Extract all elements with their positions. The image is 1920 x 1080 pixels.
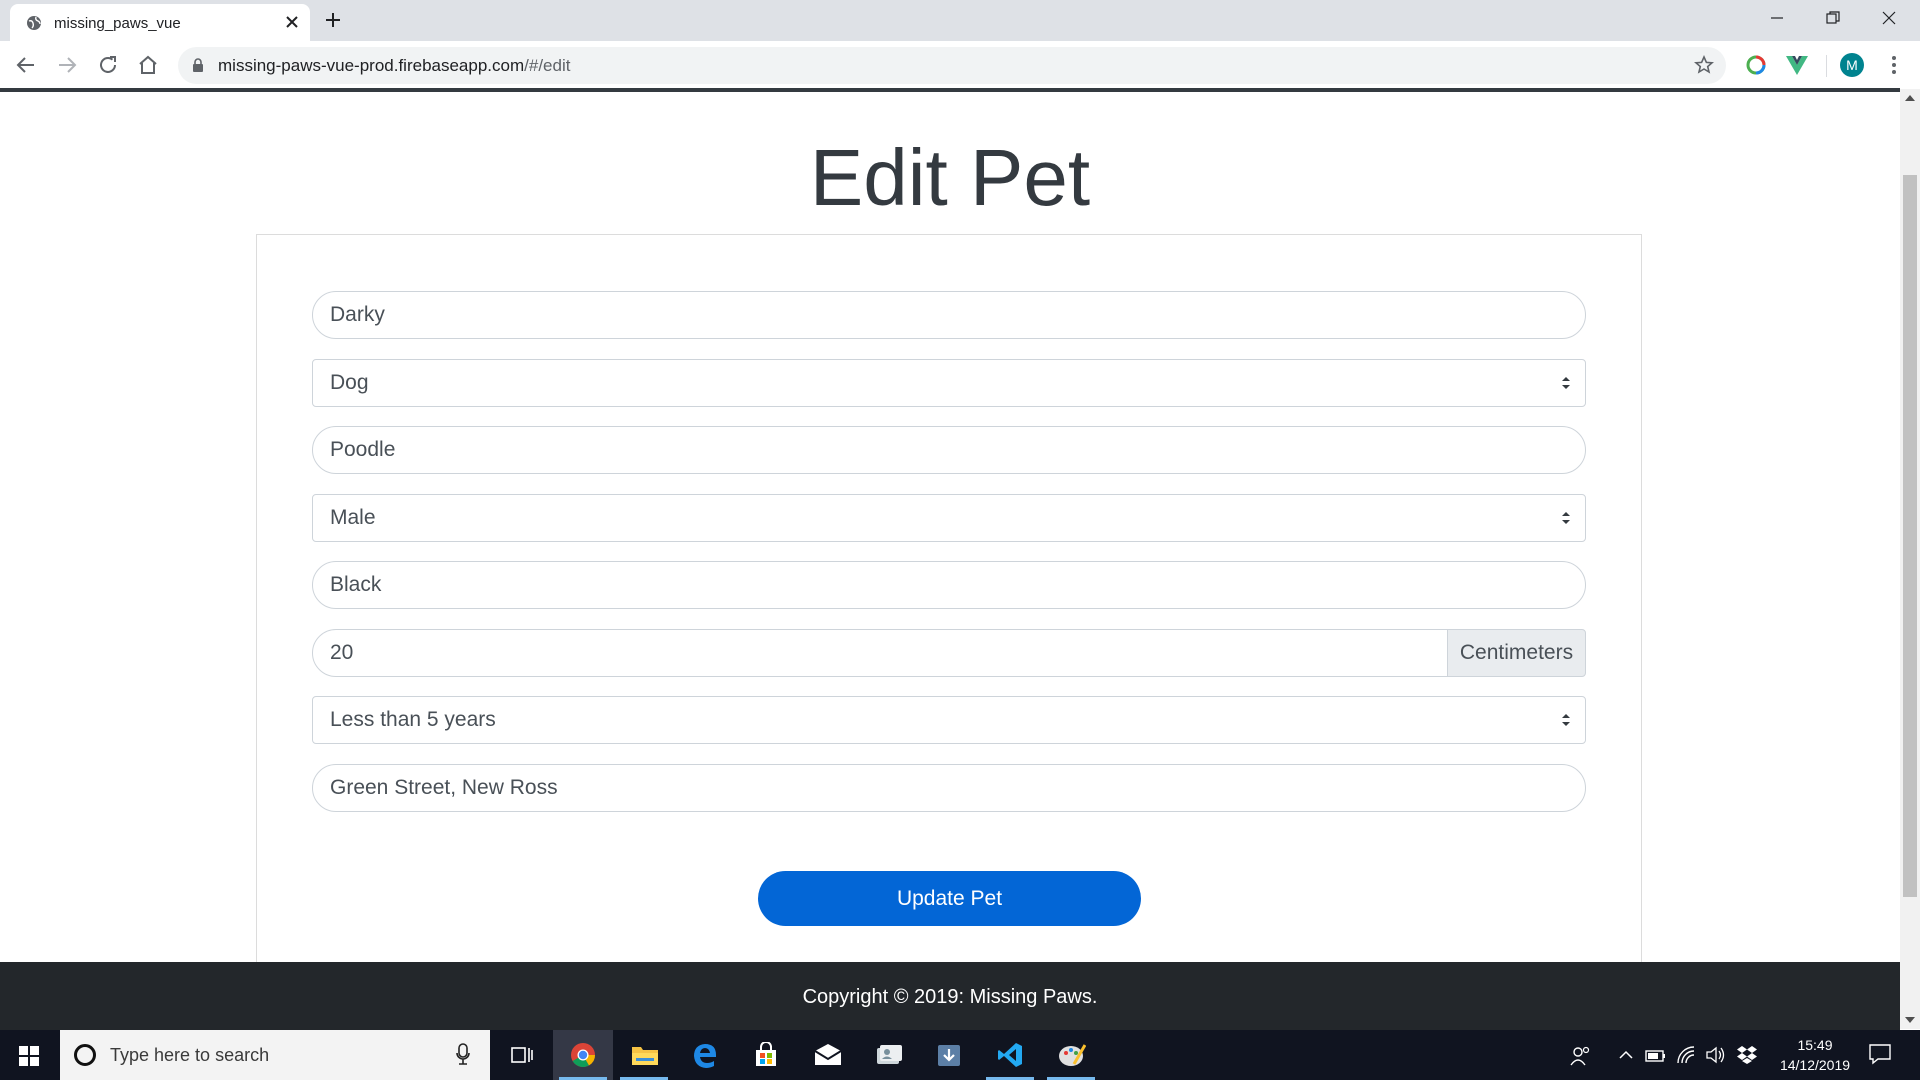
pet-age-select[interactable]: Less than 5 years (312, 696, 1586, 744)
vscode-icon (998, 1043, 1022, 1067)
battery-icon[interactable] (1645, 1045, 1667, 1065)
windows-logo-icon (19, 1046, 39, 1066)
scroll-down-icon[interactable] (1905, 1017, 1915, 1023)
chevron-up-icon[interactable] (1618, 1045, 1634, 1065)
close-window-button[interactable] (1862, 0, 1918, 38)
pet-gender-select[interactable]: Male (312, 494, 1586, 542)
restore-button[interactable] (1806, 0, 1862, 38)
start-button[interactable] (0, 1030, 58, 1080)
contacts-icon (877, 1045, 902, 1064)
new-tab-icon[interactable] (323, 10, 343, 30)
back-arrow-icon[interactable] (14, 53, 38, 77)
download-tray-icon (938, 1045, 960, 1066)
url-path: /#/edit (524, 56, 571, 75)
minimize-button[interactable] (1750, 0, 1806, 38)
browser-tab-strip: missing_paws_vue (0, 0, 1920, 41)
taskbar-vscode[interactable] (980, 1030, 1040, 1080)
browser-toolbar: missing-paws-vue-prod.firebaseapp.com/#/… (0, 41, 1920, 89)
navbar-edge (0, 88, 1900, 92)
task-view-button[interactable] (492, 1030, 552, 1080)
cortana-icon (74, 1044, 96, 1066)
paint-palette-icon (1059, 1044, 1086, 1066)
url-host: missing-paws-vue-prod.firebaseapp.com (218, 56, 525, 75)
clock-time: 15:49 (1797, 1037, 1833, 1053)
browser-tab[interactable]: missing_paws_vue (10, 4, 310, 41)
profile-avatar[interactable]: M (1840, 53, 1864, 77)
select-arrows-icon (1562, 714, 1570, 726)
taskbar-file-explorer[interactable] (614, 1030, 674, 1080)
dropbox-icon[interactable] (1736, 1045, 1758, 1065)
wifi-icon[interactable] (1676, 1045, 1698, 1065)
pet-size-input[interactable]: 20 (312, 629, 1448, 677)
pet-gender-value: Male (330, 506, 376, 529)
scrollbar-thumb[interactable] (1903, 175, 1917, 897)
volume-icon[interactable] (1705, 1045, 1727, 1065)
copyright-text: Copyright © 2019: Missing Paws. (802, 986, 1098, 1008)
url-text: missing-paws-vue-prod.firebaseapp.com/#/… (218, 56, 570, 76)
taskbar-paint[interactable] (1041, 1030, 1101, 1080)
pet-type-select[interactable]: Dog (312, 359, 1586, 407)
taskbar-edge[interactable] (675, 1030, 735, 1080)
pet-color-input[interactable]: Black (312, 561, 1586, 609)
people-tray-icon[interactable] (1570, 1045, 1592, 1067)
lock-icon[interactable] (192, 58, 204, 73)
pet-age-value: Less than 5 years (330, 708, 496, 731)
search-placeholder: Type here to search (110, 1045, 270, 1065)
minimize-icon (1771, 17, 1783, 19)
pet-type-value: Dog (330, 371, 369, 394)
system-clock[interactable]: 15:49 14/12/2019 (1760, 1035, 1870, 1075)
page-title: Edit Pet (809, 133, 1091, 222)
restore-icon (1826, 11, 1840, 24)
scroll-up-icon[interactable] (1905, 95, 1915, 101)
vue-devtools-icon[interactable] (1784, 52, 1810, 78)
pet-breed-input[interactable]: Poodle (312, 426, 1586, 474)
bookmark-star-icon[interactable] (1694, 55, 1714, 75)
close-window-icon (1882, 11, 1896, 25)
edge-icon (694, 1044, 716, 1068)
taskbar-search-box[interactable]: Type here to search (60, 1030, 490, 1080)
update-pet-button[interactable]: Update Pet (758, 871, 1141, 926)
select-arrows-icon (1562, 377, 1570, 389)
size-unit-addon: Centimeters (1447, 629, 1586, 677)
pet-location-input[interactable]: Green Street, New Ross (312, 764, 1586, 812)
taskbar-store[interactable] (736, 1030, 796, 1080)
tab-title: missing_paws_vue (54, 15, 181, 32)
chrome-menu-icon[interactable] (1884, 53, 1904, 77)
taskbar-people-app[interactable] (858, 1030, 918, 1080)
taskbar-download-app[interactable] (919, 1030, 979, 1080)
toolbar-divider (1826, 55, 1827, 77)
folder-icon (632, 1047, 658, 1065)
chrome-icon (571, 1043, 595, 1068)
mail-icon (814, 1044, 842, 1065)
page-footer: Copyright © 2019: Missing Paws. (0, 962, 1900, 1030)
taskbar-mail[interactable] (797, 1030, 857, 1080)
extension-ring-icon[interactable] (1743, 52, 1769, 78)
page-scrollbar[interactable] (1900, 89, 1920, 1029)
pet-name-input[interactable]: Darky (312, 291, 1586, 339)
microphone-icon[interactable] (456, 1043, 470, 1065)
globe-icon (27, 16, 41, 30)
taskbar-chrome[interactable] (553, 1030, 613, 1080)
close-tab-icon[interactable] (282, 12, 302, 32)
task-view-icon (511, 1047, 533, 1063)
forward-arrow-icon[interactable] (55, 53, 79, 77)
address-bar[interactable]: missing-paws-vue-prod.firebaseapp.com/#/… (178, 47, 1726, 84)
home-icon[interactable] (136, 53, 160, 77)
notification-center-icon[interactable] (1868, 1042, 1892, 1066)
store-bag-icon (756, 1042, 776, 1066)
select-arrows-icon (1562, 512, 1570, 524)
reload-icon[interactable] (96, 53, 120, 77)
windows-taskbar: Type here to search 15:49 14/12/2019 (0, 1030, 1920, 1080)
clock-date: 14/12/2019 (1779, 1057, 1851, 1073)
